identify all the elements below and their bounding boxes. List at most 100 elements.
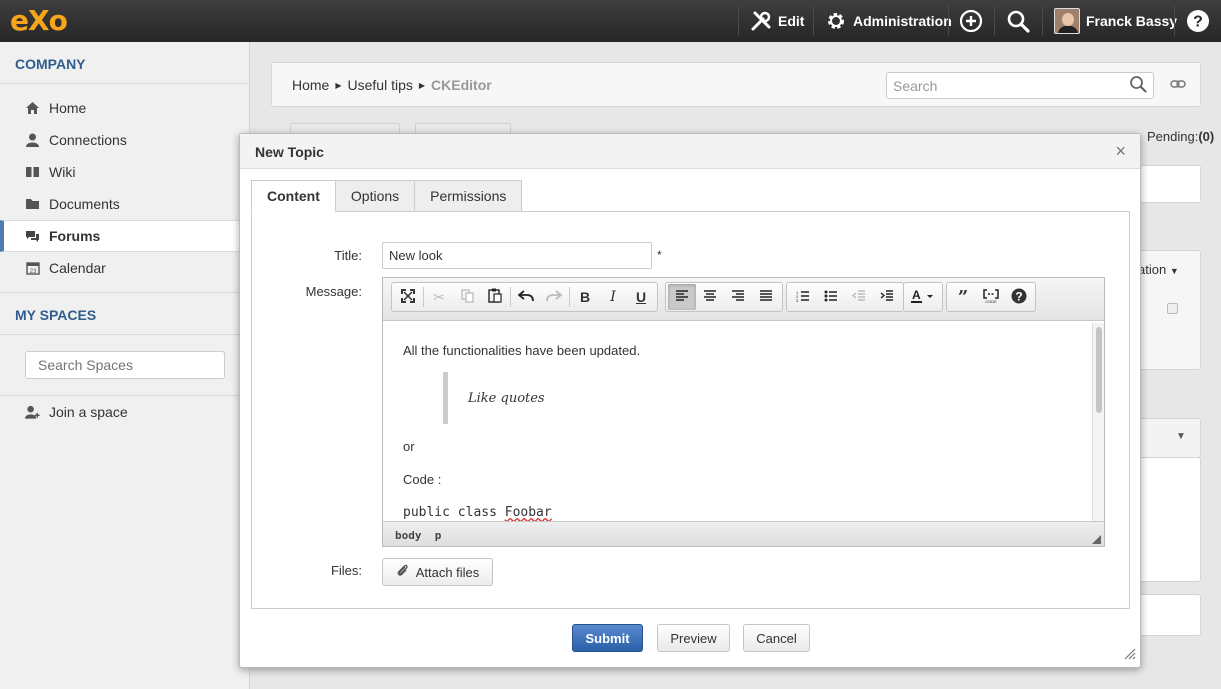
administration-menu-button[interactable]: Administration [825,0,952,42]
svg-text:A: A [912,289,921,302]
sidebar-item-label: Calendar [49,260,106,276]
element-path-text[interactable]: body p [395,529,441,542]
add-user-icon [25,405,40,420]
attach-files-label: Attach files [415,564,480,580]
editor-code-line: public class Foobar [403,505,552,520]
administration-label: Administration [853,13,952,29]
copy-button[interactable] [453,284,481,310]
checkbox[interactable] [1167,303,1178,314]
book-icon [25,165,40,180]
user-name: Franck Bassy [1086,13,1178,29]
cut-button[interactable]: ✂ [425,284,453,310]
sidebar-item-wiki[interactable]: Wiki [0,156,249,188]
caret-down-icon: ▼ [1169,266,1179,276]
bold-button[interactable]: B [571,284,599,310]
dropdown-label[interactable]: ation ▼ [1138,262,1179,277]
editor-toolbar: ✂ B I U 123 A ” CODE ? [383,278,1104,321]
align-left-button[interactable] [668,284,696,310]
scrollbar-thumb[interactable] [1096,327,1102,413]
editor-resize-handle[interactable] [1092,535,1101,544]
italic-button[interactable]: I [599,284,627,310]
left-sidebar: COMPANY Home Connections Wiki Documents … [0,42,250,689]
search-icon [1006,9,1030,33]
dialog-resize-handle[interactable] [1124,648,1136,663]
title-input[interactable]: New look [382,242,652,269]
tab-options[interactable]: Options [335,180,416,212]
spaces-search-input[interactable] [25,351,225,379]
breadcrumb-home[interactable]: Home [292,77,329,93]
search-button[interactable] [1006,0,1030,42]
help-button[interactable]: ? [1186,0,1210,42]
paste-icon [488,288,502,306]
copy-icon [460,288,474,306]
justify-icon [759,289,773,305]
preview-button[interactable]: Preview [657,624,730,652]
content-tab-panel: Title: New look * Message: ✂ B I U 1 2 3… [251,211,1130,609]
tab-content[interactable]: Content [251,180,336,212]
sidebar-item-forums[interactable]: Forums [0,220,249,252]
new-topic-dialog: New Topic × Content Options Permissions … [239,133,1141,668]
text-color-button[interactable]: A [906,284,940,310]
sidebar-item-documents[interactable]: Documents [0,188,249,220]
align-right-icon [731,289,745,305]
divider [994,6,995,36]
sidebar-item-calendar[interactable]: 23 Calendar [0,252,249,284]
editor-help-button[interactable]: ? [1005,284,1033,310]
create-button[interactable] [959,0,983,42]
editor-blockquote: Like quotes [443,372,545,424]
sidebar-item-label: Home [49,100,87,116]
editor-scrollbar[interactable] [1092,323,1104,521]
sidebar-item-home[interactable]: Home [0,92,249,124]
align-center-button[interactable] [696,284,724,310]
caret-right-icon: ▶ [418,80,426,90]
folder-icon [25,197,40,212]
edit-menu-button[interactable]: Edit [750,0,804,42]
user-icon [25,133,40,148]
misspelled-word: Foobar [504,505,552,520]
breadcrumb-useful-tips[interactable]: Useful tips [348,77,413,93]
underline-button[interactable]: U [627,284,655,310]
undo-button[interactable] [512,284,540,310]
bulleted-list-button[interactable] [817,284,845,310]
caret-down-icon[interactable]: ▼ [1176,431,1186,442]
editor-content-area[interactable]: All the functionalities have been update… [383,321,1091,521]
help-icon: ? [1011,288,1027,307]
join-space-link[interactable]: Join a space [0,396,249,428]
link-icon[interactable] [1170,78,1186,93]
tab-permissions[interactable]: Permissions [415,180,523,212]
maximize-button[interactable] [394,284,422,310]
exo-logo[interactable]: eXo [10,4,68,37]
code-snippet-button[interactable]: CODE [977,284,1005,310]
bulleted-list-icon [824,289,838,305]
justify-button[interactable] [752,284,780,310]
paste-button[interactable] [481,284,509,310]
sidebar-item-label: Connections [49,132,127,148]
help-icon: ? [1186,9,1210,33]
dropdown-text: ation [1138,262,1167,277]
numbered-list-button[interactable]: 123 [789,284,817,310]
cancel-button[interactable]: Cancel [743,624,810,652]
blockquote-button[interactable]: ” [949,284,977,310]
numbered-list-icon: 123 [796,289,810,305]
sidebar-item-connections[interactable]: Connections [0,124,249,156]
toolbar-group-align [665,282,783,312]
editor-paragraph: All the functionalities have been update… [403,343,641,358]
align-left-icon [675,289,689,305]
company-heading: COMPANY [0,42,249,84]
redo-button[interactable] [540,284,568,310]
svg-text:3: 3 [796,298,799,302]
forum-search-input[interactable]: Search [886,72,1154,99]
indent-button[interactable] [873,284,901,310]
plus-circle-icon [959,9,983,33]
submit-button[interactable]: Submit [572,624,643,652]
user-menu-button[interactable]: Franck Bassy [1054,0,1177,42]
home-icon [25,101,40,116]
attach-files-button[interactable]: Attach files [382,558,493,586]
outdent-button[interactable] [845,284,873,310]
italic-icon: I [610,289,616,305]
dialog-tabs: Content Options Permissions [251,180,523,212]
toolbar-group-color: A [903,282,943,312]
undo-icon [517,289,534,305]
align-right-button[interactable] [724,284,752,310]
close-icon[interactable]: × [1115,141,1126,162]
